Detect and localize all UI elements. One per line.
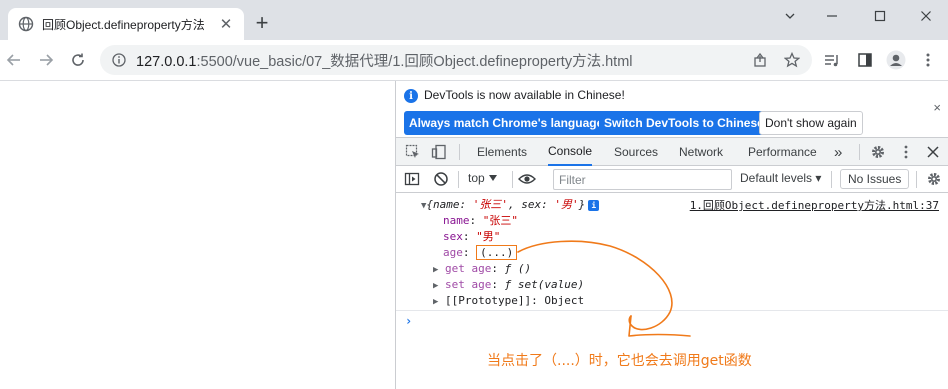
annotation-arrow: [517, 240, 691, 337]
annotation-text: 当点击了（....）时，它也会去调用get函数: [487, 353, 752, 369]
